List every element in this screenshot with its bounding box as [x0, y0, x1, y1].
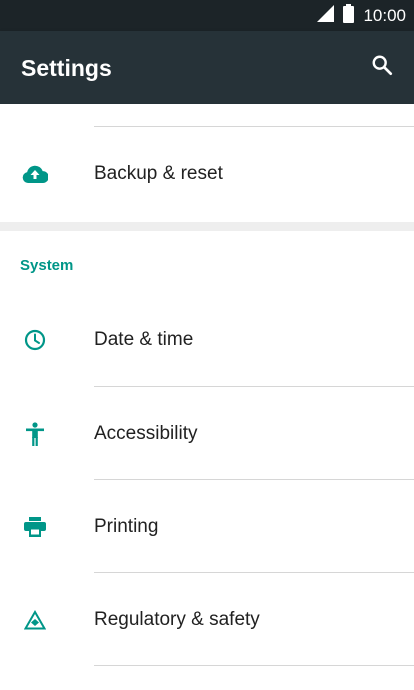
system-section: System Date & time Accessibility Printin…	[0, 231, 414, 690]
divider	[94, 572, 414, 573]
setting-date-time[interactable]: Date & time	[0, 310, 414, 370]
divider	[94, 665, 414, 666]
status-icons: 10:00	[317, 0, 406, 31]
section-header-system: System	[20, 257, 74, 274]
cloud-upload-icon	[22, 161, 48, 187]
setting-label: Accessibility	[94, 423, 198, 444]
setting-label: Date & time	[94, 329, 194, 350]
setting-label: Printing	[94, 516, 159, 537]
status-bar: 10:00	[0, 0, 414, 31]
app-toolbar: Settings	[0, 31, 414, 104]
search-button[interactable]	[366, 51, 398, 83]
signal-icon	[317, 4, 335, 27]
battery-icon	[343, 3, 355, 28]
setting-printing[interactable]: Printing	[0, 497, 414, 557]
accessibility-icon	[22, 421, 48, 447]
page-title: Settings	[21, 55, 112, 81]
divider	[94, 386, 414, 387]
clock-icon	[22, 327, 48, 353]
setting-regulatory-safety[interactable]: Regulatory & safety	[0, 590, 414, 650]
printer-icon	[22, 514, 48, 540]
divider	[94, 479, 414, 480]
search-icon	[371, 54, 393, 81]
section-gap	[0, 222, 414, 231]
settings-card-top: Backup & reset	[0, 104, 414, 222]
setting-label: Backup & reset	[94, 163, 223, 184]
setting-backup-reset[interactable]: Backup & reset	[0, 144, 414, 204]
status-time: 10:00	[363, 5, 406, 25]
divider	[94, 126, 414, 127]
setting-accessibility[interactable]: Accessibility	[0, 404, 414, 464]
regulatory-icon	[22, 607, 48, 633]
setting-label: Regulatory & safety	[94, 609, 260, 630]
